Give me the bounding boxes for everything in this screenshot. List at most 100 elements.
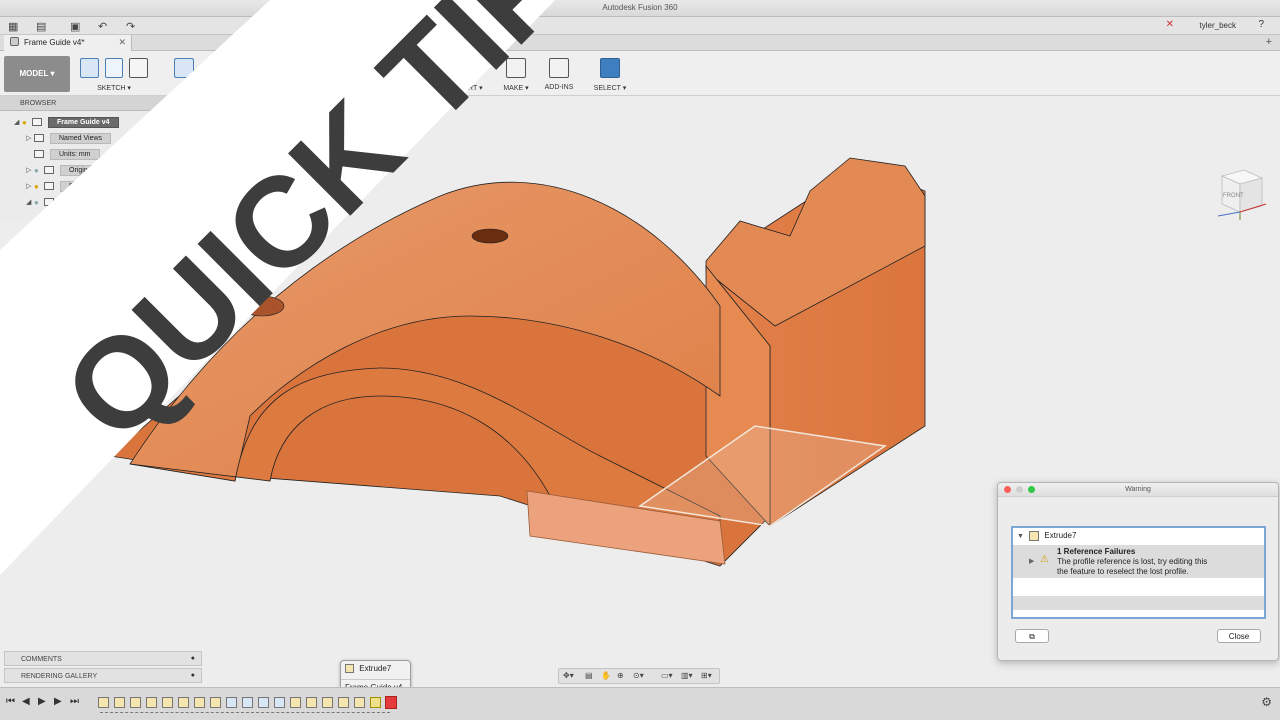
view-cube[interactable]: FRONT <box>1210 162 1268 220</box>
select-tool[interactable]: SELECT ▾ <box>590 55 630 92</box>
user-menu[interactable]: tyler_beck <box>1200 21 1236 30</box>
browser-item-label: Bod <box>60 180 91 192</box>
timeline-feature[interactable] <box>274 697 285 708</box>
viewports-icon[interactable]: ⊞▾ <box>701 671 712 680</box>
timeline-feature[interactable] <box>146 697 157 708</box>
help-icon[interactable]: ? <box>1258 19 1264 30</box>
copy-button[interactable]: ⧉ <box>1015 629 1049 643</box>
timeline-feature-extrude7[interactable] <box>370 697 381 708</box>
close-button[interactable]: Close <box>1217 629 1261 643</box>
view-cube-face: FRONT <box>1223 193 1244 199</box>
tooltip-feature-name: Extrude7 <box>359 664 392 673</box>
collapse-triangle-icon[interactable]: ◢ <box>26 198 34 206</box>
step-forward-icon[interactable]: ▶ <box>54 696 62 707</box>
visibility-bulb-icon[interactable]: ● <box>22 118 32 127</box>
timeline-feature[interactable] <box>114 697 125 708</box>
undo-icon[interactable]: ↶ <box>98 20 107 33</box>
app-title: Autodesk Fusion 360 <box>602 3 678 12</box>
close-window-icon[interactable] <box>1004 486 1011 493</box>
timeline-marker[interactable] <box>385 696 397 709</box>
browser-item-named-views[interactable]: ▷ Named Views <box>26 131 112 145</box>
pan-icon[interactable]: ✋ <box>601 671 611 680</box>
new-tab-icon[interactable]: + <box>1266 36 1272 48</box>
document-tab[interactable]: Frame Guide v4* ✕ <box>4 35 132 51</box>
tooltip-feature: Extrude7 <box>345 664 392 674</box>
zoom-window-icon[interactable] <box>1028 486 1035 493</box>
timeline-feature[interactable] <box>130 697 141 708</box>
visibility-bulb-icon[interactable]: ● <box>34 166 44 175</box>
expand-triangle-icon[interactable]: ▷ <box>26 166 34 174</box>
file-icon[interactable]: ▤ <box>36 20 46 33</box>
redo-icon[interactable]: ↷ <box>126 20 135 33</box>
timeline-feature[interactable] <box>210 697 221 708</box>
create-tool[interactable]: CR <box>164 55 204 91</box>
failure-message-line1: The profile reference is lost, try editi… <box>1057 557 1208 566</box>
visibility-bulb-icon[interactable]: ● <box>34 198 44 207</box>
look-at-icon[interactable]: ▤ <box>585 671 593 680</box>
document-tab-label: Frame Guide v4* <box>24 38 85 47</box>
browser-item-sketches[interactable]: ◢ ● <box>26 195 60 209</box>
expand-triangle-icon[interactable]: ▷ <box>26 134 34 142</box>
sketch-tool[interactable]: SKETCH ▾ <box>80 55 149 92</box>
close-tab-icon[interactable]: ✕ <box>118 37 126 48</box>
comments-panel[interactable]: COMMENTS ● <box>4 651 202 666</box>
document-icon <box>10 37 19 46</box>
grid-settings-icon[interactable]: ▥▾ <box>681 671 693 680</box>
mute-icon[interactable]: ✕ <box>1166 19 1174 30</box>
timeline-feature[interactable] <box>178 697 189 708</box>
go-to-start-icon[interactable]: ⏮ <box>6 696 15 707</box>
browser-item-bodies[interactable]: ▷ ● Bod <box>26 179 91 193</box>
step-back-icon[interactable]: ◀ <box>22 696 30 707</box>
create-sketch-icon <box>80 58 99 78</box>
warning-icon: ⚠ <box>1040 554 1049 565</box>
timeline-feature[interactable] <box>306 697 317 708</box>
zoom-window-icon[interactable]: ⊙▾ <box>633 671 644 680</box>
display-settings-icon[interactable]: ▭▾ <box>661 671 673 680</box>
rendering-gallery-panel[interactable]: RENDERING GALLERY ● <box>4 668 202 683</box>
pin-icon[interactable]: ● <box>191 672 195 679</box>
play-icon[interactable]: ▶ <box>38 696 46 707</box>
select-label: SELECT ▾ <box>593 85 627 92</box>
extrude-feature-icon <box>1029 531 1040 541</box>
insert-tool[interactable]: ERT ▾ <box>456 55 490 92</box>
create-label: CR <box>178 84 190 91</box>
timeline-feature[interactable] <box>98 697 109 708</box>
go-to-end-icon[interactable]: ⏭ <box>70 696 79 707</box>
pin-icon[interactable]: ● <box>191 655 195 662</box>
folder-icon <box>44 166 54 174</box>
timeline-feature[interactable] <box>226 697 237 708</box>
browser-header[interactable]: BROWSER <box>0 96 200 111</box>
reference-failure-row[interactable]: ▶ ⚠ 1 Reference Failures The profile ref… <box>1013 545 1264 578</box>
timeline-feature[interactable] <box>258 697 269 708</box>
warning-feature-row[interactable]: ▼ Extrude7 <box>1013 528 1264 544</box>
add-ins-tool[interactable]: ADD-INS <box>540 55 578 91</box>
workspace-switcher[interactable]: MODEL ▾ <box>4 56 70 92</box>
root-component-label: Frame Guide v4 <box>48 116 119 128</box>
timeline-feature[interactable] <box>290 697 301 708</box>
timeline-feature[interactable] <box>354 697 365 708</box>
orbit-icon[interactable]: ✥▾ <box>563 671 574 680</box>
apps-grid-icon[interactable]: ▦ <box>8 20 18 33</box>
timeline-feature[interactable] <box>194 697 205 708</box>
timeline-feature[interactable] <box>242 697 253 708</box>
collapse-triangle-icon[interactable]: ◢ <box>14 118 22 126</box>
copy-icon: ⧉ <box>1029 632 1035 641</box>
browser-item-units[interactable]: Units: mm <box>34 147 100 161</box>
browser-root[interactable]: ◢ ● Frame Guide v4 <box>14 115 119 129</box>
timeline-feature[interactable] <box>338 697 349 708</box>
line-icon <box>104 58 124 78</box>
3d-print-icon <box>506 58 526 78</box>
visibility-bulb-icon[interactable]: ● <box>34 182 44 191</box>
expand-triangle-icon[interactable]: ▷ <box>26 182 34 190</box>
navigation-bar: ✥▾ ▤ ✋ ⊕ ⊙▾ ▭▾ ▥▾ ⊞▾ <box>558 668 720 684</box>
save-icon[interactable]: ▣ <box>70 20 80 33</box>
collapse-triangle-icon[interactable]: ▼ <box>1017 533 1024 540</box>
browser-item-origin[interactable]: ▷ ● Origin <box>26 163 97 177</box>
timeline-settings-gear-icon[interactable]: ⚙ <box>1261 695 1272 709</box>
make-tool[interactable]: MAKE ▾ <box>500 55 532 92</box>
timeline-feature[interactable] <box>162 697 173 708</box>
expand-triangle-icon[interactable]: ▶ <box>1029 557 1034 565</box>
zoom-icon[interactable]: ⊕ <box>617 671 624 680</box>
window-title-bar: Autodesk Fusion 360 <box>0 0 1280 17</box>
timeline-feature[interactable] <box>322 697 333 708</box>
